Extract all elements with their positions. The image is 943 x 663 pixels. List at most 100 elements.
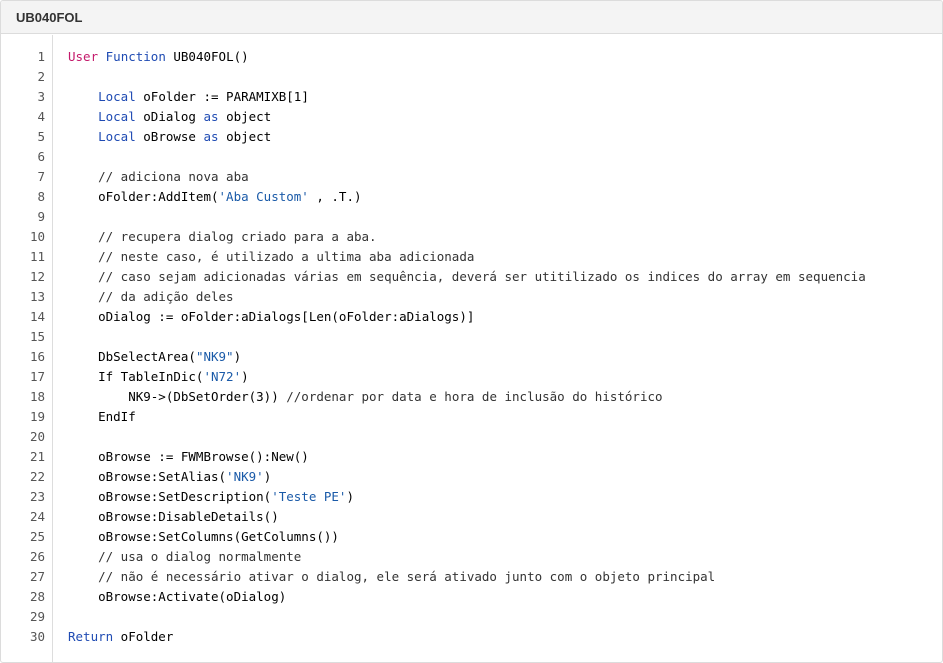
code-token: object: [218, 109, 272, 124]
code-token: ): [346, 489, 354, 504]
code-token: // não é necessário ativar o dialog, ele…: [68, 569, 716, 584]
code-line: Local oBrowse as object: [68, 127, 942, 147]
code-line: oBrowse := FWMBrowse():New(): [68, 447, 942, 467]
line-number: 13: [29, 289, 45, 304]
line-number: 23: [29, 489, 45, 504]
line-number: 3: [37, 89, 45, 104]
line-number: 21: [29, 449, 45, 464]
code-token: // caso sejam adicionadas várias em sequ…: [68, 269, 866, 284]
code-content[interactable]: User Function UB040FOL() Local oFolder :…: [53, 35, 942, 662]
code-token: oBrowse:SetColumns(GetColumns()): [68, 529, 339, 544]
code-token: // usa o dialog normalmente: [68, 549, 302, 564]
code-token: Local: [98, 129, 136, 144]
code-token: Local: [98, 89, 136, 104]
line-number: 27: [29, 569, 45, 584]
code-token: oBrowse:Activate(oDialog): [68, 589, 287, 604]
line-number: 17: [29, 369, 45, 384]
code-token: oBrowse:SetAlias(: [68, 469, 227, 484]
code-line: // da adição deles: [68, 287, 942, 307]
code-token: object: [218, 129, 272, 144]
code-token: If TableInDic(: [68, 369, 204, 384]
line-number: 28: [29, 589, 45, 604]
code-token: EndIf: [68, 409, 136, 424]
code-token: oDialog: [135, 109, 204, 124]
code-token: 'Teste PE': [271, 489, 347, 504]
line-number: 4: [37, 109, 45, 124]
line-number: 7: [37, 169, 45, 184]
code-token: oBrowse:DisableDetails(): [68, 509, 279, 524]
code-token: oFolder: [113, 629, 174, 644]
code-token: // adiciona nova aba: [68, 169, 249, 184]
line-number: 11: [29, 249, 45, 264]
code-token: oBrowse:SetDescription(: [68, 489, 272, 504]
code-token: // recupera dialog criado para a aba.: [68, 229, 377, 244]
line-number: 19: [29, 409, 45, 424]
line-number: 25: [29, 529, 45, 544]
code-line: oFolder:AddItem('Aba Custom' , .T.): [68, 187, 942, 207]
code-line: oBrowse:SetDescription('Teste PE'): [68, 487, 942, 507]
code-line: oDialog := oFolder:aDialogs[Len(oFolder:…: [68, 307, 942, 327]
code-token: User: [68, 49, 99, 64]
line-number: 2: [37, 69, 45, 84]
line-number: 22: [29, 469, 45, 484]
code-token: ): [233, 349, 242, 364]
code-token: 'NK9': [226, 469, 264, 484]
code-token: Local: [98, 109, 136, 124]
line-number: 6: [37, 149, 45, 164]
line-number: 29: [29, 609, 45, 624]
code-token: //ordenar por data e hora de inclusão do…: [286, 389, 663, 404]
code-token: Function: [105, 49, 166, 64]
code-token: , .T.): [308, 189, 362, 204]
line-number: 24: [29, 509, 45, 524]
code-panel: UB040FOL 1 2 3 4 5 6 7 8 9 10 11 12 13 14 15 16 17 18 19 20…: [0, 0, 943, 663]
line-number: 14: [29, 309, 45, 324]
code-line: Local oFolder := PARAMIXB[1]: [68, 87, 942, 107]
code-line: // caso sejam adicionadas várias em sequ…: [68, 267, 942, 287]
code-token: // da adição deles: [68, 289, 234, 304]
line-number: 20: [29, 429, 45, 444]
code-line: NK9->(DbSetOrder(3)) //ordenar por data …: [68, 387, 942, 407]
code-line: If TableInDic('N72'): [68, 367, 942, 387]
code-line: // neste caso, é utilizado a ultima aba …: [68, 247, 942, 267]
code-token: as: [203, 109, 219, 124]
code-line: DbSelectArea("NK9"): [68, 347, 942, 367]
code-token: oBrowse := FWMBrowse():New(): [68, 449, 309, 464]
line-number: 1: [37, 49, 45, 64]
code-line: oBrowse:DisableDetails(): [68, 507, 942, 527]
line-number-gutter: 1 2 3 4 5 6 7 8 9 10 11 12 13 14 15 16 17 18 19 20 21 22 23 24 2…: [1, 35, 53, 662]
code-token: // neste caso, é utilizado a ultima aba …: [68, 249, 475, 264]
code-line: // adiciona nova aba: [68, 167, 942, 187]
code-line: // usa o dialog normalmente: [68, 547, 942, 567]
code-line: // recupera dialog criado para a aba.: [68, 227, 942, 247]
line-number: 10: [29, 229, 45, 244]
line-number: 5: [37, 129, 45, 144]
line-number: 30: [29, 629, 45, 644]
code-token: oFolder := PARAMIXB[1]: [135, 89, 309, 104]
code-line: Local oDialog as object: [68, 107, 942, 127]
code-line: User Function UB040FOL(): [68, 47, 942, 67]
code-token: UB040FOL(): [165, 49, 249, 64]
code-token: 'Aba Custom': [218, 189, 309, 204]
line-number: 16: [29, 349, 45, 364]
panel-title: UB040FOL: [1, 1, 942, 34]
code-token: as: [203, 129, 219, 144]
code-line: oBrowse:SetColumns(GetColumns()): [68, 527, 942, 547]
code-token: Return: [68, 629, 114, 644]
line-number: 26: [29, 549, 45, 564]
code-token: oDialog := oFolder:aDialogs[Len(oFolder:…: [68, 309, 475, 324]
line-number: 12: [29, 269, 45, 284]
code-token: NK9->(DbSetOrder(3)): [68, 389, 287, 404]
code-token: 'N72': [203, 369, 242, 384]
code-token: ): [241, 369, 249, 384]
code-token: "NK9": [195, 349, 234, 364]
code-block[interactable]: 1 2 3 4 5 6 7 8 9 10 11 12 13 14 15 16 17 18 19 20 21 22 23 24 2…: [1, 35, 942, 662]
